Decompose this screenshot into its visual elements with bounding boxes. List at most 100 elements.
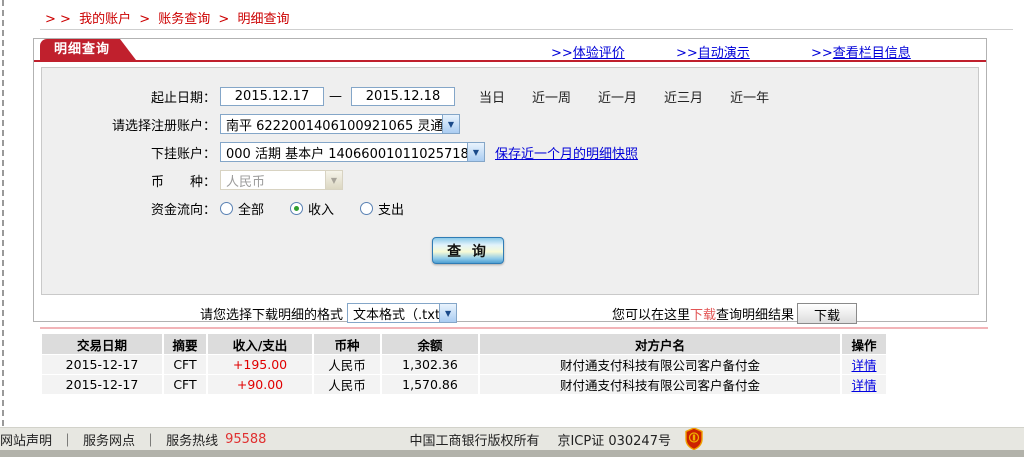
download-hint-post: 查询明细结果 [716, 304, 794, 323]
quick-range-year[interactable]: 近一年 [730, 87, 769, 106]
cell-summary: CFT [164, 355, 206, 374]
table-header-row: 交易日期 摘要 收入/支出 币种 余额 对方户名 操作 [42, 334, 886, 354]
quick-range-month[interactable]: 近一月 [598, 87, 637, 106]
breadcrumb-item-my-account[interactable]: 我的账户 [79, 12, 131, 27]
cell-balance: 1,570.86 [382, 375, 478, 394]
cell-summary: CFT [164, 375, 206, 394]
table-top-divider [40, 327, 988, 329]
date-to-input[interactable] [351, 87, 455, 106]
chevron-down-icon[interactable]: ▼ [439, 304, 456, 322]
currency-select-disabled: 人民币 ▼ [220, 170, 343, 190]
transaction-table: 交易日期 摘要 收入/支出 币种 余额 对方户名 操作 2015-12-17 C… [40, 333, 888, 395]
selected-sub-account: 000 活期 基本户 1406600101102571848 [221, 143, 467, 162]
radio-option-income[interactable]: 收入 [290, 199, 334, 218]
breadcrumb: > > 我的账户 > 账务查询 > 明细查询 [45, 8, 293, 27]
quick-range-3months[interactable]: 近三月 [664, 87, 703, 106]
table-row: 2015-12-17 CFT +195.00 人民币 1,302.36 财付通支… [42, 355, 886, 374]
security-shield-icon[interactable] [685, 428, 703, 450]
breadcrumb-item-account-query[interactable]: 账务查询 [158, 12, 210, 27]
chevron-down-icon[interactable]: ▼ [442, 115, 459, 133]
radio-icon[interactable] [360, 202, 373, 215]
download-hint-emphasis: 下载 [690, 304, 716, 323]
link-label: 自动演示 [698, 46, 750, 61]
download-format-label: 请您选择下载明细的格式 [200, 304, 343, 323]
cell-date: 2015-12-17 [42, 355, 162, 374]
cell-amount: +195.00 [208, 355, 312, 374]
footer-site-statement-link[interactable]: 网站声明 [0, 430, 52, 449]
breadcrumb-divider [40, 29, 1013, 30]
query-form: 起止日期： — 当日 近一周 近一月 近三月 近一年 请选择注册账户： [41, 67, 979, 295]
query-button[interactable]: 查 询 [432, 237, 504, 264]
detail-link[interactable]: 详情 [851, 358, 876, 373]
download-hint-group: 您可以在这里下载查询明细结果 下载 [612, 303, 857, 324]
chevron-down-icon[interactable]: ▼ [467, 143, 484, 161]
cell-currency: 人民币 [314, 355, 380, 374]
date-range-row: 起止日期： — 当日 近一周 近一月 近三月 近一年 [42, 82, 978, 110]
tab-detail-query[interactable]: 明细查询 [40, 39, 120, 60]
footer-copyright: 中国工商银行版权所有 [409, 430, 539, 449]
link-arrows: >> [551, 46, 573, 61]
save-monthly-snapshot-link[interactable]: 保存近一个月的明细快照 [495, 143, 638, 162]
sub-account-label: 下挂账户： [42, 143, 216, 162]
detail-link[interactable]: 详情 [851, 378, 876, 393]
date-range-dash: — [329, 89, 342, 104]
col-header-summary: 摘要 [164, 334, 206, 354]
auto-demo-link[interactable]: >>自动演示 [676, 42, 750, 61]
quick-range-links: 当日 近一周 近一月 近三月 近一年 [479, 87, 796, 106]
download-row: 请您选择下载明细的格式 文本格式（.txt） ▼ 您可以在这里下载查询明细结果 … [200, 302, 986, 324]
footer-service-outlets-link[interactable]: 服务网点 [83, 430, 135, 449]
col-header-amount: 收入/支出 [208, 334, 312, 354]
cell-amount: +90.00 [208, 375, 312, 394]
cell-date: 2015-12-17 [42, 375, 162, 394]
footer-separator: ｜ [144, 430, 157, 449]
radio-label: 支出 [378, 199, 404, 218]
link-label: 查看栏目信息 [833, 46, 911, 61]
download-hint-pre: 您可以在这里 [612, 304, 690, 323]
sub-account-select[interactable]: 000 活期 基本户 1406600101102571848 ▼ [220, 142, 485, 162]
col-header-currency: 币种 [314, 334, 380, 354]
link-label: 体验评价 [573, 46, 625, 61]
view-column-info-link[interactable]: >>查看栏目信息 [811, 42, 911, 61]
cell-counterparty: 财付通支付科技有限公司客户备付金 [480, 355, 840, 374]
footer-bar: 网站声明 ｜ 服务网点 ｜ 服务热线 95588 中国工商银行版权所有 京ICP… [0, 427, 1024, 450]
footer-hotline-label: 服务热线 [166, 430, 218, 449]
breadcrumb-separator: > [218, 12, 229, 27]
currency-label: 币 种： [42, 171, 216, 190]
cell-balance: 1,302.36 [382, 355, 478, 374]
radio-checked-icon[interactable] [290, 202, 303, 215]
sub-account-row: 下挂账户： 000 活期 基本户 1406600101102571848 ▼ 保… [42, 138, 978, 166]
quick-range-today[interactable]: 当日 [479, 87, 505, 106]
footer-icp-license: 京ICP证 030247号 [557, 430, 671, 449]
selected-registered-account: 南平 6222001406100921065 灵通卡 [221, 115, 442, 134]
download-format-select[interactable]: 文本格式（.txt） ▼ [347, 303, 457, 323]
selected-download-format: 文本格式（.txt） [348, 304, 439, 323]
breadcrumb-item-detail-query: 明细查询 [237, 12, 289, 27]
registered-account-label: 请选择注册账户： [42, 115, 216, 134]
experience-rating-link[interactable]: >>体验评价 [551, 42, 625, 61]
chevron-down-icon: ▼ [325, 171, 342, 189]
col-header-balance: 余额 [382, 334, 478, 354]
col-header-date: 交易日期 [42, 334, 162, 354]
currency-row: 币 种： 人民币 ▼ [42, 166, 978, 194]
breadcrumb-separator: > [139, 12, 150, 27]
detail-query-panel: 明细查询 >>体验评价 >>自动演示 >>查看栏目信息 起止日期： — 当日 近… [33, 38, 987, 322]
radio-option-expense[interactable]: 支出 [360, 199, 404, 218]
icbc-detail-query-page: > > 我的账户 > 账务查询 > 明细查询 明细查询 >>体验评价 >>自动演… [0, 0, 1024, 457]
cell-counterparty: 财付通支付科技有限公司客户备付金 [480, 375, 840, 394]
radio-label: 收入 [308, 199, 334, 218]
download-button[interactable]: 下载 [797, 303, 857, 324]
date-from-input[interactable] [220, 87, 324, 106]
selected-currency: 人民币 [221, 171, 325, 190]
quick-range-week[interactable]: 近一周 [532, 87, 571, 106]
fund-flow-row: 资金流向： 全部 收入 支出 [42, 194, 978, 222]
radio-icon[interactable] [220, 202, 233, 215]
fund-flow-label: 资金流向： [42, 199, 216, 218]
footer-separator: ｜ [61, 430, 74, 449]
radio-option-all[interactable]: 全部 [220, 199, 264, 218]
cell-currency: 人民币 [314, 375, 380, 394]
registered-account-select[interactable]: 南平 6222001406100921065 灵通卡 ▼ [220, 114, 460, 134]
registered-account-row: 请选择注册账户： 南平 6222001406100921065 灵通卡 ▼ [42, 110, 978, 138]
panel-body: 起止日期： — 当日 近一周 近一月 近三月 近一年 请选择注册账户： [34, 62, 986, 324]
left-edge-dashed-divider [2, 0, 4, 426]
footer-hotline-number: 95588 [225, 432, 266, 447]
